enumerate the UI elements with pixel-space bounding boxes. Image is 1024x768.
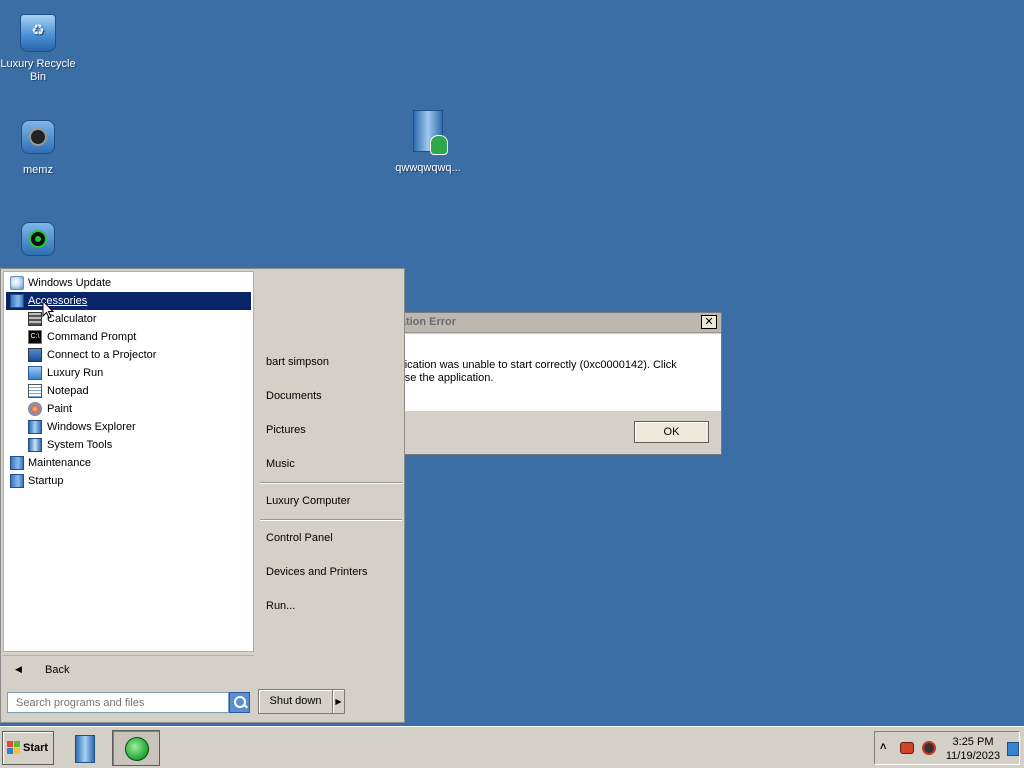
program-item-projector[interactable]: Connect to a Projector [6,346,251,364]
show-hidden-icons-button[interactable]: ˄ [880,741,886,753]
program-label: Notepad [47,385,89,397]
start-item-music[interactable]: Music [266,458,295,470]
windows-update-icon [10,276,24,290]
desktop-icon-label: Luxury Recycle Bin [0,58,76,83]
dialog-message-area: ...plication was unable to start correct… [381,334,721,411]
desktop-icon-memz[interactable]: memz [0,118,76,177]
desktop-icon-label: memz [23,164,53,176]
shutdown-options-button[interactable]: ▶ [332,689,345,714]
start-item-user[interactable]: bart simpson [266,356,329,368]
volume-icon[interactable] [922,741,936,755]
program-label: Windows Explorer [47,421,136,433]
explorer-icon [75,735,95,763]
program-label: Connect to a Projector [47,349,157,361]
dialog-message-line: ...plication was unable to start correct… [387,359,677,371]
program-item-notepad[interactable]: Notepad [6,382,251,400]
desktop-icon-qwwqwqwq[interactable]: qwwqwqwq... [390,110,466,175]
mouse-cursor-icon [42,300,54,319]
start-menu: Windows Update Accessories Calculator C:… [0,268,405,723]
start-label: Start [23,742,49,754]
folder-icon [28,438,42,452]
recycle-bin-icon [18,14,58,54]
start-button[interactable]: Start [2,731,54,765]
network-icon[interactable] [900,742,914,754]
program-item-command-prompt[interactable]: C:\ Command Prompt [6,328,251,346]
back-label: Back [45,664,70,676]
program-label: Windows Update [28,277,112,289]
projector-icon [28,348,42,362]
clock[interactable]: 3:25 PM 11/19/2023 [943,735,1003,763]
taskbar: Start ˄ 3:25 PM 11/19/2023 [0,726,1024,768]
start-menu-right-pane: bart simpson Documents Pictures Music Lu… [256,269,404,687]
program-item-system-tools[interactable]: System Tools [6,436,251,454]
calculator-icon [28,312,42,326]
start-item-devices-printers[interactable]: Devices and Printers [266,566,368,578]
clock-time: 3:25 PM [952,736,994,748]
start-item-run[interactable]: Run... [266,600,295,612]
start-item-control-panel[interactable]: Control Panel [266,532,333,544]
back-button[interactable]: ◀ Back [3,655,254,685]
globe-icon [125,737,149,761]
program-label: Maintenance [28,457,91,469]
program-label: System Tools [47,439,113,451]
program-item-windows-update[interactable]: Windows Update [6,274,251,292]
folder-icon [10,474,24,488]
program-item-windows-explorer[interactable]: Windows Explorer [6,418,251,436]
program-label: Paint [47,403,73,415]
desktop-icon-recycle-bin[interactable]: Luxury Recycle Bin [0,14,76,84]
program-label: Command Prompt [47,331,137,343]
start-item-pictures[interactable]: Pictures [266,424,306,436]
explorer-icon [28,420,42,434]
search-input[interactable] [7,692,229,713]
paint-icon [28,402,42,416]
dialog-close-button[interactable]: ✕ [701,315,717,329]
taskbar-app-button[interactable] [112,730,160,766]
error-dialog: ...tation Error ✕ ...plication was unabl… [380,312,722,455]
separator [260,482,402,484]
program-label: Calculator [47,313,97,325]
app-icon [18,120,58,160]
system-tray: ˄ 3:25 PM 11/19/2023 [874,731,1020,765]
program-item-startup[interactable]: Startup [6,472,251,490]
program-label: Accessories [28,295,88,307]
run-icon [28,366,42,380]
program-item-paint[interactable]: Paint [6,400,251,418]
command-prompt-icon: C:\ [28,330,42,344]
desktop-icon-app[interactable] [0,220,76,266]
dialog-message: ...plication was unable to start correct… [387,359,707,385]
folder-icon [10,456,24,470]
program-item-luxury-run[interactable]: Luxury Run [6,364,251,382]
app-icon [18,222,58,262]
desktop-icon-label: qwwqwqwq... [395,162,461,174]
notepad-icon [28,384,42,398]
show-desktop-button[interactable] [1007,742,1019,756]
shutdown-button[interactable]: Shut down [258,689,333,714]
ok-button[interactable]: OK [634,421,709,443]
start-item-documents[interactable]: Documents [266,390,322,402]
user-file-icon [408,110,448,158]
program-item-maintenance[interactable]: Maintenance [6,454,251,472]
start-item-computer[interactable]: Luxury Computer [266,495,350,507]
program-label: Luxury Run [47,367,104,379]
separator [260,519,402,521]
back-arrow-icon: ◀ [15,664,22,674]
taskbar-explorer-button[interactable] [60,730,108,766]
folder-icon [10,294,24,308]
dialog-message-line: ...lose the application. [387,372,494,384]
program-label: Startup [28,475,64,487]
search-icon[interactable] [229,692,250,713]
clock-date: 11/19/2023 [945,750,1001,762]
programs-list: Windows Update Accessories Calculator C:… [3,271,254,652]
windows-logo-icon [7,741,21,755]
dialog-titlebar[interactable]: ...tation Error ✕ [381,313,721,333]
